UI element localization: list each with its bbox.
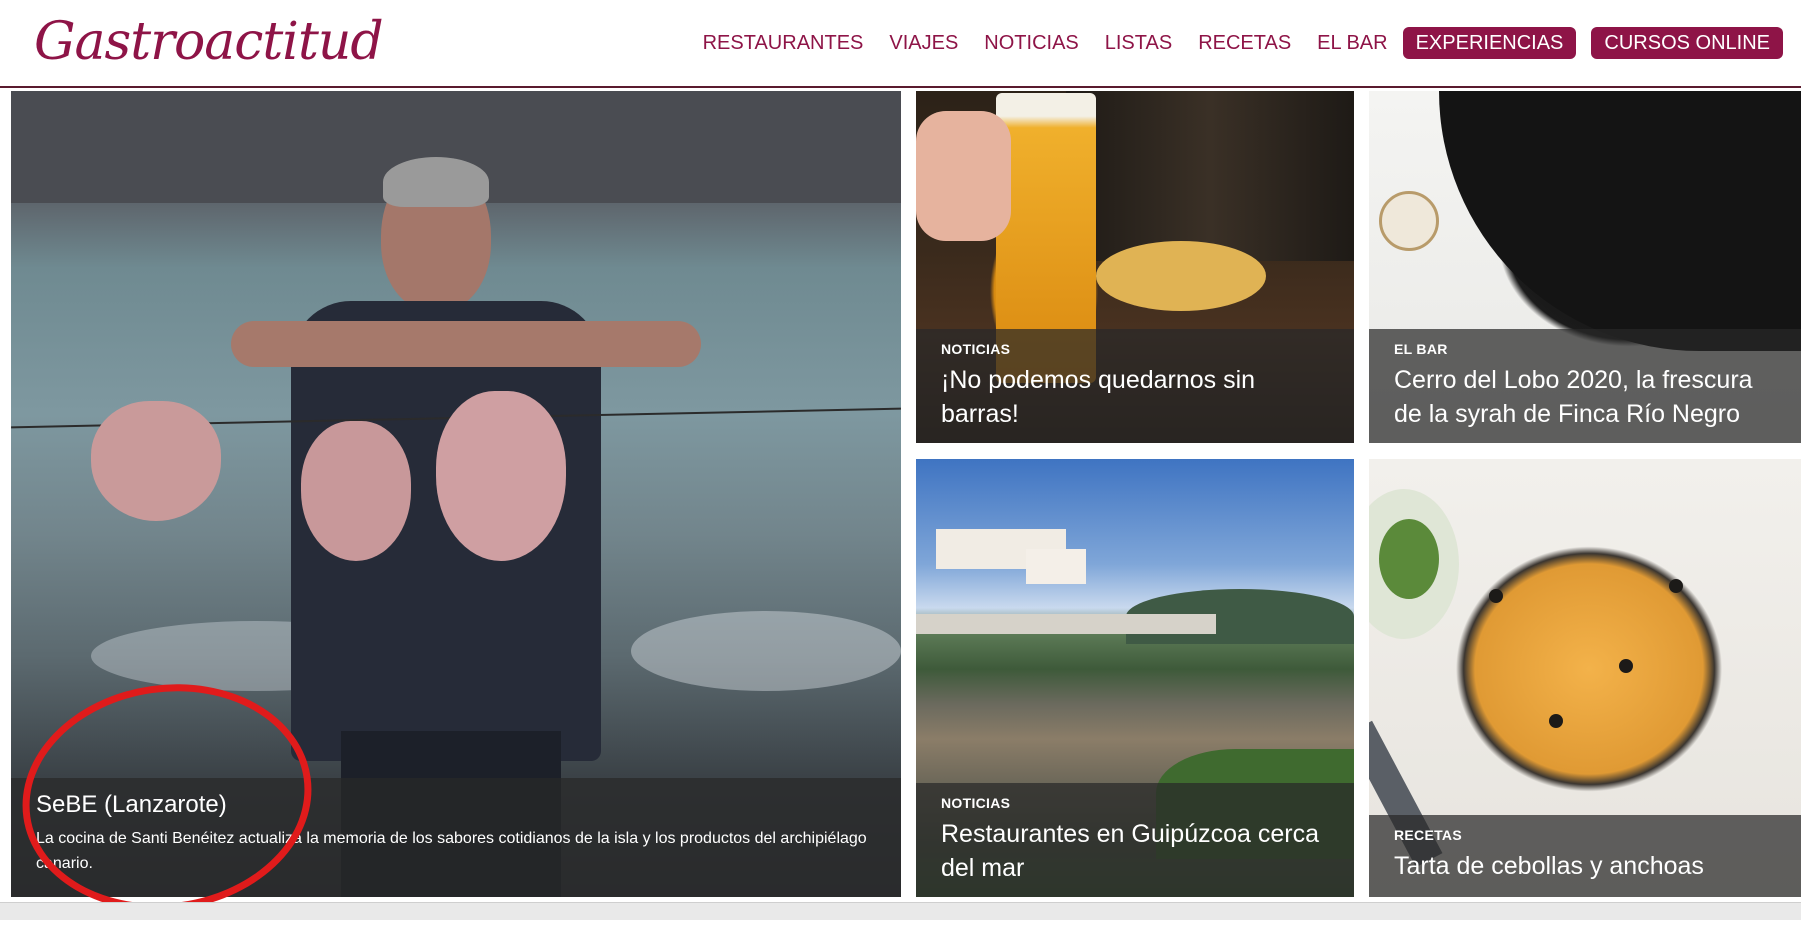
photo-bottles (1066, 91, 1354, 261)
photo-olive (1549, 714, 1563, 728)
photo-person-hair (383, 157, 489, 207)
featured-caption: SeBE (Lanzarote) La cocina de Santi Bené… (11, 778, 901, 897)
featured-article-card[interactable]: SeBE (Lanzarote) La cocina de Santi Bené… (11, 91, 901, 897)
article-card[interactable]: EL BAR Cerro del Lobo 2020, la frescura … (1369, 91, 1801, 443)
article-caption: EL BAR Cerro del Lobo 2020, la frescura … (1369, 329, 1801, 443)
photo-person-arms (231, 321, 701, 367)
featured-title[interactable]: SeBE (Lanzarote) (36, 790, 877, 820)
photo-olive (1669, 579, 1683, 593)
nav-listas[interactable]: LISTAS (1105, 26, 1172, 60)
photo-olive (1489, 589, 1503, 603)
article-title[interactable]: Restaurantes en Guipúzcoa cerca del mar (941, 817, 1330, 885)
main-nav: RESTAURANTES VIAJES NOTICIAS LISTAS RECE… (677, 26, 1783, 60)
photo-fish (91, 401, 221, 521)
photo-chips (1096, 241, 1266, 311)
article-category[interactable]: EL BAR (1394, 341, 1777, 357)
article-category[interactable]: NOTICIAS (941, 341, 1330, 357)
article-card[interactable]: NOTICIAS ¡No podemos quedarnos sin barra… (916, 91, 1354, 443)
nav-noticias[interactable]: NOTICIAS (984, 26, 1078, 60)
photo-hand (916, 111, 1011, 241)
featured-excerpt: La cocina de Santi Benéitez actualiza la… (36, 830, 867, 872)
nav-viajes[interactable]: VIAJES (889, 26, 958, 60)
photo-wine-bottle (1439, 91, 1801, 351)
nav-restaurantes[interactable]: RESTAURANTES (703, 26, 864, 60)
article-title[interactable]: ¡No podemos quedarnos sin barras! (941, 363, 1330, 431)
scrollbar[interactable] (0, 902, 1801, 920)
nav-recetas[interactable]: RECETAS (1198, 26, 1291, 60)
experiencias-button[interactable]: EXPERIENCIAS (1402, 27, 1577, 59)
photo-promenade (916, 614, 1216, 634)
article-caption: NOTICIAS Restaurantes en Guipúzcoa cerca… (916, 783, 1354, 897)
article-caption: RECETAS Tarta de cebollas y anchoas (1369, 815, 1801, 897)
article-title[interactable]: Tarta de cebollas y anchoas (1394, 849, 1777, 883)
photo-olive (1619, 659, 1633, 673)
photo-fish (301, 421, 411, 561)
photo-wine-seal (1379, 191, 1439, 251)
article-card[interactable]: NOTICIAS Restaurantes en Guipúzcoa cerca… (916, 459, 1354, 897)
photo-surf (631, 611, 901, 691)
article-title[interactable]: Cerro del Lobo 2020, la frescura de la s… (1394, 363, 1777, 431)
photo-fish (436, 391, 566, 561)
article-category[interactable]: NOTICIAS (941, 795, 1330, 811)
cursos-online-button[interactable]: CURSOS ONLINE (1591, 27, 1783, 59)
article-category[interactable]: RECETAS (1394, 827, 1777, 843)
site-header: Gastroactitud RESTAURANTES VIAJES NOTICI… (0, 0, 1801, 88)
article-caption: NOTICIAS ¡No podemos quedarnos sin barra… (916, 329, 1354, 443)
nav-el-bar[interactable]: EL BAR (1317, 26, 1387, 60)
photo-salad (1379, 519, 1439, 599)
site-logo[interactable]: Gastroactitud (34, 6, 384, 78)
article-card[interactable]: RECETAS Tarta de cebollas y anchoas (1369, 459, 1801, 897)
photo-house (1026, 549, 1086, 584)
